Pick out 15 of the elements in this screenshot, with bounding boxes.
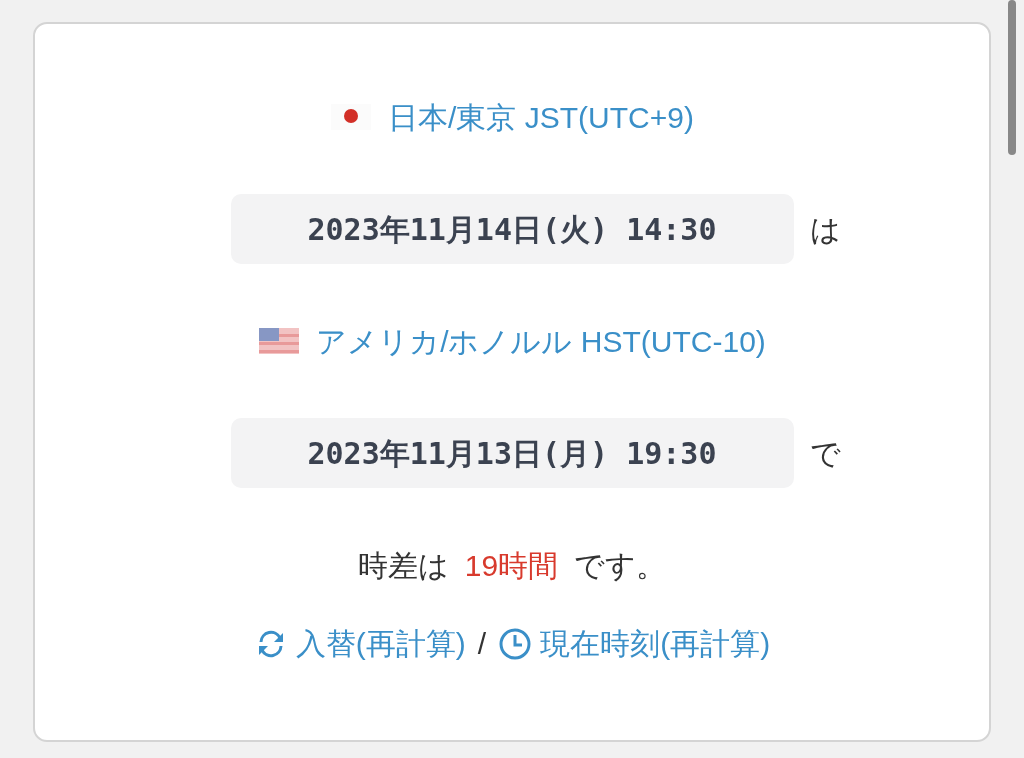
difference-suffix: です。 (574, 547, 667, 584)
flag-icon (258, 327, 301, 355)
timezone-link[interactable]: 日本/東京 JST(UTC+9) (388, 94, 694, 140)
timezone-link[interactable]: アメリカ/ホノルル HST(UTC-10) (316, 318, 766, 364)
scrollbar-thumb[interactable] (1008, 0, 1016, 155)
datetime-display: 2023年11月14日(火) 14:30 (230, 194, 794, 264)
clock-icon (498, 626, 533, 661)
difference-label: 時差は (357, 547, 449, 584)
action-link[interactable]: 現在時刻(再計算) (540, 621, 771, 666)
action-link[interactable]: 入替(再計算) (295, 621, 466, 666)
difference-value: 19時間 (464, 547, 559, 584)
suffix-text: で (808, 435, 842, 472)
separator-text: / (477, 626, 487, 662)
datetime-display: 2023年11月13日(月) 19:30 (230, 418, 794, 488)
suffix-text: は (808, 211, 842, 248)
